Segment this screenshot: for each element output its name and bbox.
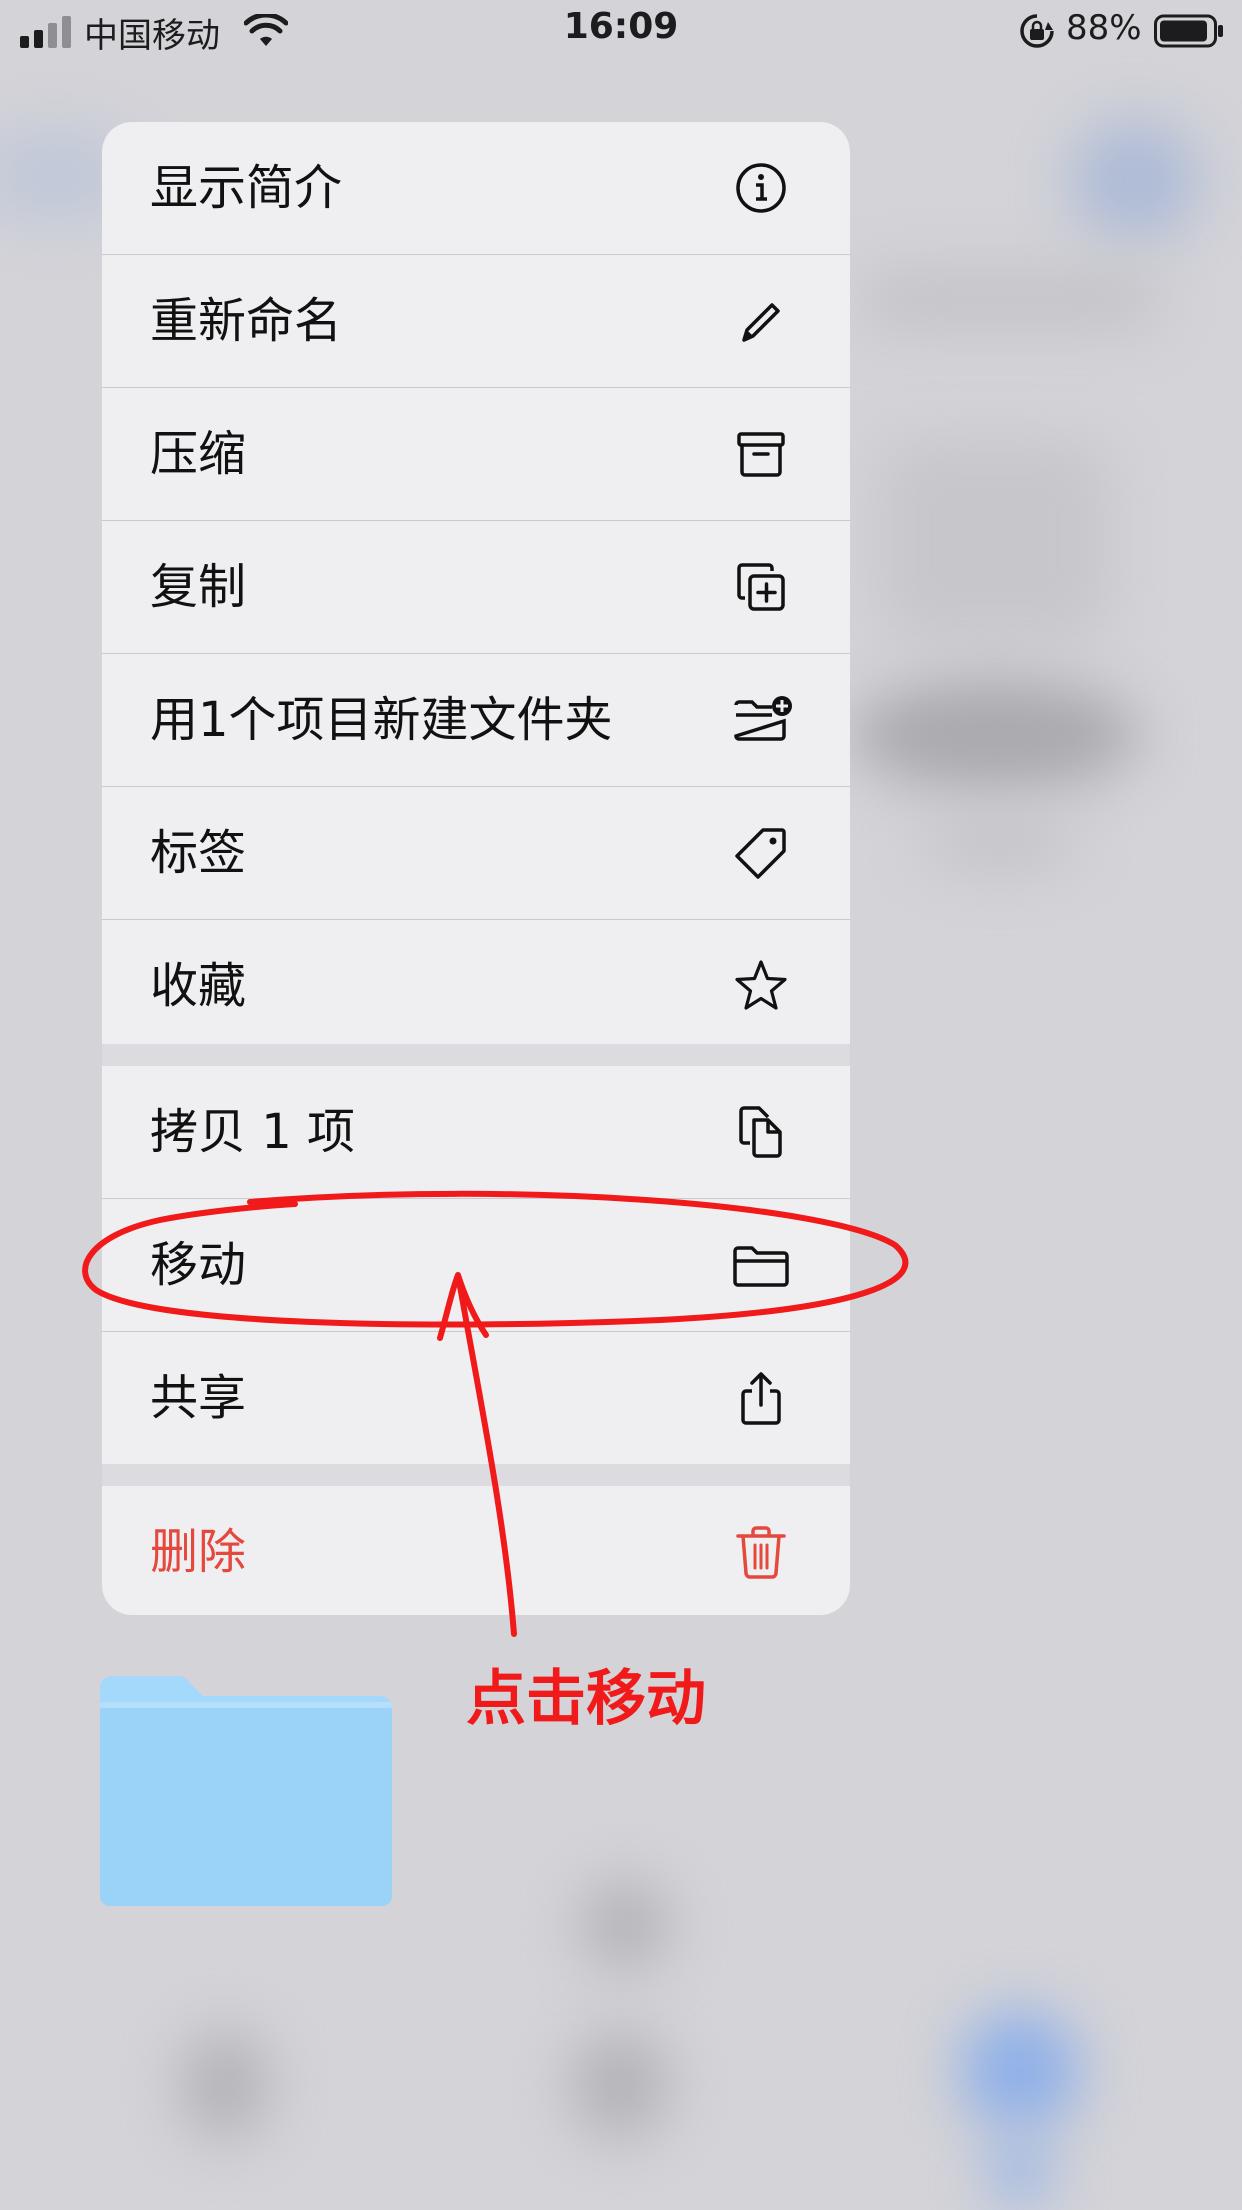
blurred-file-thumbnail (880, 440, 1110, 640)
menu-item-get-info[interactable]: 显示简介 (102, 122, 850, 254)
rotation-lock-icon (1020, 14, 1054, 48)
menu-item-label: 显示简介 (150, 160, 343, 216)
annotation-text: 点击移动 (466, 1664, 706, 1734)
menu-item-label: 压缩 (150, 426, 247, 482)
archive-box-icon (737, 432, 785, 477)
menu-item-label: 复制 (150, 559, 247, 615)
menu-item-label: 标签 (150, 825, 247, 881)
menu-item-label: 拷贝 1 项 (150, 1104, 356, 1160)
blurred-file-name (850, 680, 1140, 790)
blurred-avatar (1070, 120, 1200, 240)
folder-preview-icon (100, 1676, 392, 1906)
menu-item-new-folder-with-item[interactable]: 用1个项目新建文件夹 (102, 654, 850, 786)
menu-item-tags[interactable]: 标签 (102, 787, 850, 919)
menu-item-label: 共享 (150, 1370, 247, 1426)
blurred-file-date (920, 820, 1080, 870)
menu-item-label: 重新命名 (150, 293, 343, 349)
menu-item-favorite[interactable]: 收藏 (102, 920, 850, 1052)
star-icon (735, 960, 787, 1010)
blurred-tab-browse-label (990, 2130, 1050, 2210)
share-icon (741, 1372, 781, 1425)
trash-icon (736, 1526, 786, 1579)
duplicate-plus-icon (737, 563, 785, 611)
menu-item-copy[interactable]: 拷贝 1 项 (102, 1066, 850, 1198)
copy-documents-icon (739, 1106, 782, 1158)
menu-item-label: 删除 (150, 1524, 247, 1580)
folder-icon (733, 1246, 789, 1287)
pencil-icon (742, 303, 780, 342)
menu-item-duplicate[interactable]: 复制 (102, 521, 850, 653)
status-bar: 中国移动 16:09 88% (0, 0, 1242, 62)
blurred-tab-browse (960, 2010, 1080, 2130)
menu-item-delete[interactable]: 删除 (102, 1486, 850, 1615)
battery-percentage: 88% (1066, 8, 1142, 48)
menu-item-share[interactable]: 共享 (102, 1332, 850, 1464)
tag-icon (735, 828, 786, 879)
blurred-tab-recents (180, 2030, 270, 2140)
blurred-tab-shared (570, 2030, 670, 2140)
context-menu: 显示简介 重新命名 压缩 复制 用1个项目新建文件夹 标签 收藏 拷贝 1 项 … (102, 122, 850, 1615)
menu-item-rename[interactable]: 重新命名 (102, 255, 850, 387)
menu-item-label: 收藏 (150, 958, 247, 1014)
folder-badge-plus-icon (734, 696, 792, 741)
menu-group-separator (102, 1044, 850, 1066)
menu-item-move[interactable]: 移动 (102, 1199, 850, 1331)
menu-item-label: 用1个项目新建文件夹 (150, 692, 613, 748)
menu-item-label: 移动 (150, 1237, 247, 1293)
menu-item-compress[interactable]: 压缩 (102, 388, 850, 520)
menu-group-separator (102, 1464, 850, 1486)
blurred-item-count (580, 1880, 670, 1970)
battery-icon (1154, 14, 1223, 48)
info-circle-icon (736, 163, 786, 213)
blurred-search-bar (860, 270, 1160, 330)
